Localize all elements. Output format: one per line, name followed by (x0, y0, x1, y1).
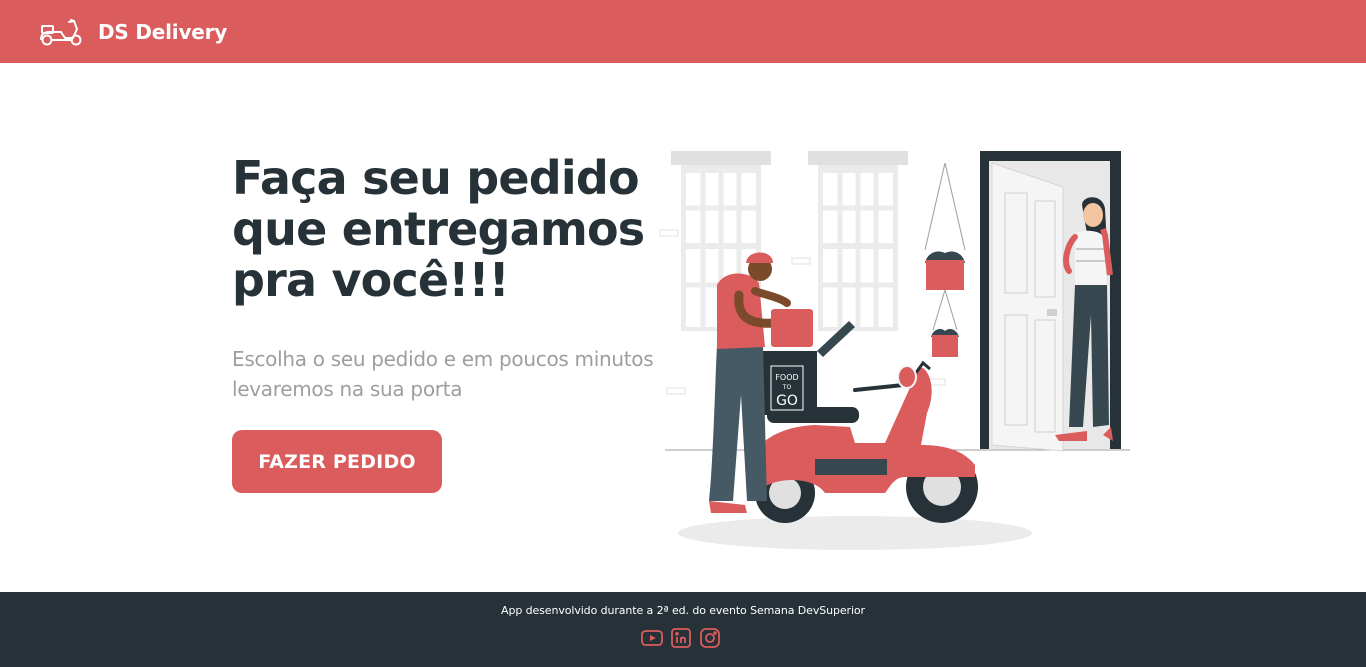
linkedin-link[interactable] (670, 627, 692, 649)
linkedin-icon (671, 628, 691, 648)
youtube-link[interactable] (641, 627, 663, 649)
footer-text: App desenvolvido durante a 2ª ed. do eve… (501, 604, 865, 617)
box-text-go: GO (776, 393, 798, 409)
brand-name: DS Delivery (98, 19, 228, 44)
delivery-illustration: FOOD TO GO (659, 151, 1130, 550)
instagram-icon (700, 628, 720, 648)
youtube-icon (641, 630, 663, 646)
navbar: DS Delivery (0, 0, 1366, 63)
page-title: Faça seu pedido que entregamos pra você!… (232, 151, 645, 307)
make-order-button[interactable]: FAZER PEDIDO (232, 430, 442, 493)
social-links (641, 627, 721, 649)
box-text-to: TO (782, 384, 792, 391)
home-section: Faça seu pedido que entregamos pra você!… (0, 63, 1366, 592)
instagram-link[interactable] (699, 627, 721, 649)
footer: App desenvolvido durante a 2ª ed. do eve… (0, 592, 1366, 667)
box-text-food: FOOD (775, 373, 798, 382)
logo-link[interactable]: DS Delivery (39, 17, 227, 47)
scooter-icon (40, 18, 82, 45)
page-subtitle: Escolha o seu pedido e em poucos minutos… (232, 347, 654, 401)
